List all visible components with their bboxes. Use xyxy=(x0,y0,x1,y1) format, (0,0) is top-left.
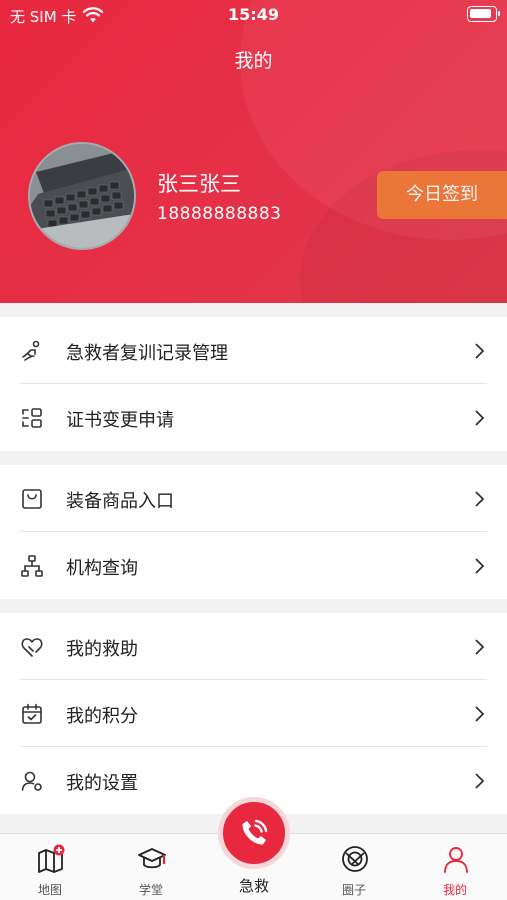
avatar-photo xyxy=(30,144,134,248)
tab-map[interactable]: 地图 xyxy=(0,834,100,900)
battery-icon xyxy=(467,6,500,22)
menu-group-services: 装备商品入口 机构查询 xyxy=(0,465,507,599)
menu-item-label: 机构查询 xyxy=(66,558,138,579)
menu-item-retraining-records[interactable]: 急救者复训记录管理 xyxy=(0,317,507,384)
baby-carry-icon xyxy=(22,340,40,361)
map-icon xyxy=(38,844,65,873)
menu-item-certificate-change[interactable]: 证书变更申请 xyxy=(0,384,507,451)
menu-item-my-points[interactable]: 我的积分 xyxy=(0,680,507,747)
tab-circle[interactable]: 圈子 xyxy=(304,834,404,900)
user-icon xyxy=(444,847,468,873)
menu-item-label: 我的积分 xyxy=(66,706,138,727)
emergency-tab-label: 急救 xyxy=(238,877,269,895)
emergency-call-button[interactable] xyxy=(218,797,290,869)
menu-item-label: 装备商品入口 xyxy=(66,491,174,512)
certificate-icon xyxy=(22,408,42,428)
chevron-right-icon xyxy=(475,343,485,359)
status-time: 15:49 xyxy=(228,5,279,24)
menu-item-label: 急救者复训记录管理 xyxy=(66,343,228,364)
tab-label: 圈子 xyxy=(341,883,366,897)
heart-hand-icon xyxy=(21,638,43,657)
tab-academy[interactable]: 学堂 xyxy=(101,834,201,900)
chevron-right-icon xyxy=(475,558,485,574)
avatar[interactable] xyxy=(28,142,136,250)
org-chart-icon xyxy=(21,555,43,577)
user-phone: 18888888883 xyxy=(157,204,282,224)
calendar-check-icon xyxy=(22,703,42,724)
tab-label: 学堂 xyxy=(138,883,163,897)
chevron-right-icon xyxy=(475,773,485,789)
menu-item-label: 我的救助 xyxy=(66,639,138,660)
circle-icon xyxy=(342,846,368,872)
page-title: 我的 xyxy=(234,50,273,72)
chevron-right-icon xyxy=(475,639,485,655)
user-settings-icon xyxy=(21,771,42,791)
tab-label: 地图 xyxy=(37,883,62,897)
menu-item-equipment-store[interactable]: 装备商品入口 xyxy=(0,465,507,532)
shopping-bag-icon xyxy=(22,489,42,509)
tab-label: 我的 xyxy=(442,883,467,897)
menu-item-my-rescue[interactable]: 我的救助 xyxy=(0,613,507,680)
menu-item-institution-search[interactable]: 机构查询 xyxy=(0,532,507,599)
chevron-right-icon xyxy=(475,706,485,722)
chevron-right-icon xyxy=(475,491,485,507)
daily-checkin-button[interactable]: 今日签到 xyxy=(377,171,507,219)
menu-item-label: 我的设置 xyxy=(66,773,138,794)
profile-header: 无 SIM 卡 15:49 我的 张三张三 18888888883 今日签到 xyxy=(0,0,507,303)
tab-mine[interactable]: 我的 xyxy=(405,834,505,900)
phone-icon xyxy=(242,819,268,845)
graduation-cap-icon xyxy=(138,848,166,869)
user-name: 张三张三 xyxy=(157,172,241,196)
menu-group-training: 急救者复训记录管理 证书变更申请 xyxy=(0,317,507,451)
menu-group-personal: 我的救助 我的积分 我的设置 xyxy=(0,613,507,814)
status-bar: 无 SIM 卡 15:49 xyxy=(0,0,507,30)
chevron-right-icon xyxy=(475,410,485,426)
menu-item-label: 证书变更申请 xyxy=(66,410,174,431)
